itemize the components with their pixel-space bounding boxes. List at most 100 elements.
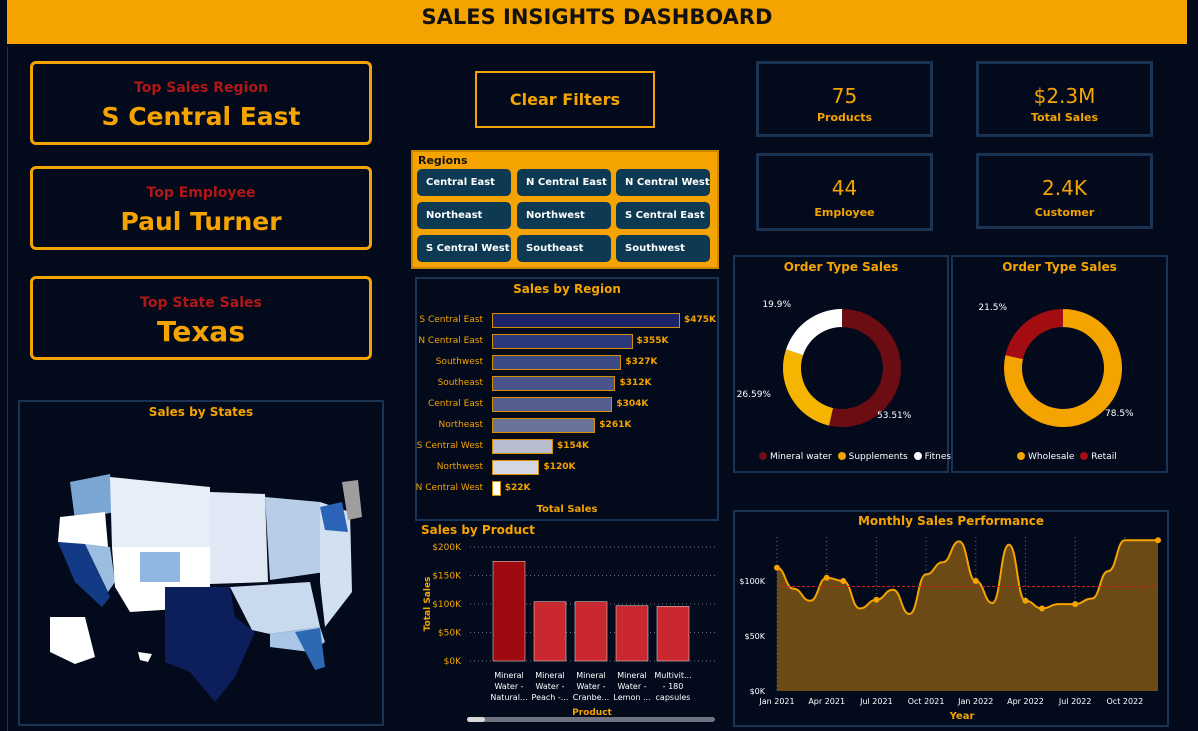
- regions-slicer: Regions Central East N Central East N Ce…: [411, 150, 719, 269]
- card-label: Top Employee: [146, 185, 256, 201]
- data-point[interactable]: [1072, 601, 1079, 608]
- kpi-value: 44: [831, 176, 858, 200]
- y-tick-label: $50K: [438, 629, 462, 639]
- region-bar-label: S Central West: [416, 441, 483, 451]
- donut-data-label: 53.51%: [877, 411, 912, 421]
- dashboard-header: SALES INSIGHTS DASHBOARD: [7, 0, 1187, 44]
- region-s-central-west[interactable]: S Central West: [417, 235, 511, 262]
- region-n-central-west[interactable]: N Central West: [616, 169, 710, 196]
- product-bar[interactable]: [492, 561, 526, 662]
- page-title: SALES INSIGHTS DASHBOARD: [421, 5, 773, 29]
- legend-item: Mineral water: [770, 452, 832, 462]
- data-point[interactable]: [972, 578, 979, 584]
- donut-slice[interactable]: [1005, 309, 1063, 360]
- x-axis-label: Product: [572, 708, 612, 718]
- scrollbar-thumb[interactable]: [467, 717, 485, 722]
- donut-legend: Wholesale Retail: [1017, 452, 1117, 462]
- x-tick-label: Jan 2022: [957, 697, 993, 706]
- kpi-value: $2.3M: [1033, 84, 1096, 108]
- region-bar[interactable]: [492, 334, 633, 349]
- order-type-donut-2: 78.5% 21.5%: [978, 303, 1134, 427]
- kpi-label: Employee: [814, 206, 875, 219]
- product-bar[interactable]: [656, 606, 690, 662]
- x-axis-label: Year: [949, 711, 975, 722]
- top-employee-card: Top Employee Paul Turner: [30, 166, 372, 250]
- region-bar[interactable]: [492, 481, 501, 496]
- y-tick-label: $100K: [432, 600, 462, 610]
- region-bar[interactable]: [492, 460, 540, 475]
- y-axis-label: Total Sales: [423, 577, 433, 632]
- region-bar[interactable]: [492, 313, 680, 328]
- donut-data-label: 19.9%: [762, 300, 791, 310]
- card-value: Texas: [157, 315, 245, 348]
- product-bar[interactable]: [533, 601, 567, 662]
- sales-by-region-panel: Sales by Region S Central East $475K N Cen…: [415, 277, 719, 521]
- donut-slice[interactable]: [786, 309, 842, 356]
- data-point[interactable]: [1022, 597, 1029, 604]
- region-bar-label: Northeast: [438, 420, 483, 430]
- sales-by-states-panel: Sales by States: [18, 400, 384, 726]
- legend-marker: [913, 452, 922, 460]
- region-bar[interactable]: [492, 397, 613, 412]
- x-tick-label: Jul 2021: [859, 697, 893, 706]
- chart-title: Monthly Sales Performance: [857, 514, 1045, 528]
- data-point[interactable]: [1155, 537, 1161, 544]
- region-northwest[interactable]: Northwest: [517, 202, 611, 229]
- region-bar-value: $22K: [504, 483, 531, 493]
- chart-title: Sales by Region: [513, 282, 621, 296]
- region-bar[interactable]: [492, 439, 553, 454]
- data-point[interactable]: [873, 596, 880, 603]
- state-region-alaska: [50, 617, 95, 664]
- order-type-donut-1: 53.51% 26.59% 19.9%: [737, 300, 912, 427]
- region-northeast[interactable]: Northeast: [417, 202, 511, 229]
- kpi-customer: 2.4K Customer: [976, 153, 1153, 229]
- data-point[interactable]: [1039, 605, 1046, 612]
- product-bar[interactable]: [574, 601, 608, 662]
- x-tick-label: Mineral: [576, 671, 606, 680]
- donut-data-label: 78.5%: [1105, 409, 1134, 419]
- monthly-sales-chart: $0K $50K $100K Jan 2021 Apr 2021 Jul 2021 Oct …: [739, 537, 1161, 722]
- region-central-east[interactable]: Central East: [417, 169, 511, 196]
- data-point[interactable]: [840, 578, 847, 584]
- product-bar[interactable]: [615, 605, 649, 662]
- region-bar[interactable]: [492, 376, 616, 391]
- y-tick-label: $0K: [444, 657, 462, 667]
- x-tick-label: Apr 2021: [808, 697, 845, 706]
- region-bar-value: $355K: [636, 336, 669, 346]
- region-s-central-east[interactable]: S Central East: [616, 202, 710, 229]
- region-n-central-east[interactable]: N Central East: [517, 169, 611, 196]
- x-tick-label: Jan 2021: [758, 697, 794, 706]
- x-tick-label: Peach -...: [532, 693, 569, 702]
- x-tick-label: Oct 2022: [1107, 697, 1144, 706]
- state-region-plains: [210, 492, 268, 584]
- state-region-northwest: [70, 474, 115, 520]
- horizontal-scrollbar[interactable]: [467, 717, 715, 722]
- x-tick-label: Natural...: [490, 693, 527, 702]
- x-tick-label: Water -: [494, 682, 523, 691]
- kpi-label: Products: [816, 111, 873, 124]
- kpi-products: 75 Products: [756, 61, 933, 137]
- region-southwest[interactable]: Southwest: [616, 235, 710, 262]
- order-type-sales-panel-1: Order Type Sales 53.51% 26.59% 19.9% Miner…: [733, 255, 956, 473]
- x-tick-label: Mineral: [494, 671, 524, 680]
- data-point[interactable]: [774, 564, 780, 571]
- region-bar[interactable]: [492, 355, 622, 370]
- data-point[interactable]: [823, 574, 830, 581]
- region-bar[interactable]: [492, 418, 596, 433]
- region-southeast[interactable]: Southeast: [517, 235, 611, 262]
- state-region-colorado: [140, 552, 180, 582]
- legend-item: Retail: [1091, 452, 1117, 462]
- region-bar-label: Southeast: [437, 378, 483, 388]
- donut-slice[interactable]: [783, 349, 834, 426]
- us-states-map[interactable]: [20, 402, 382, 724]
- slicer-title: Regions: [418, 154, 468, 167]
- chart-title: Order Type Sales: [1002, 260, 1117, 274]
- legend-marker: [1017, 452, 1025, 460]
- legend-marker: [1080, 452, 1089, 460]
- kpi-employee: 44 Employee: [756, 153, 933, 231]
- region-bar-value: $120K: [543, 462, 576, 472]
- clear-filters-button[interactable]: Clear Filters: [475, 71, 655, 128]
- region-bar-value: $261K: [599, 420, 632, 430]
- x-tick-label: capsules: [656, 693, 691, 702]
- kpi-total-sales: $2.3M Total Sales: [976, 61, 1153, 137]
